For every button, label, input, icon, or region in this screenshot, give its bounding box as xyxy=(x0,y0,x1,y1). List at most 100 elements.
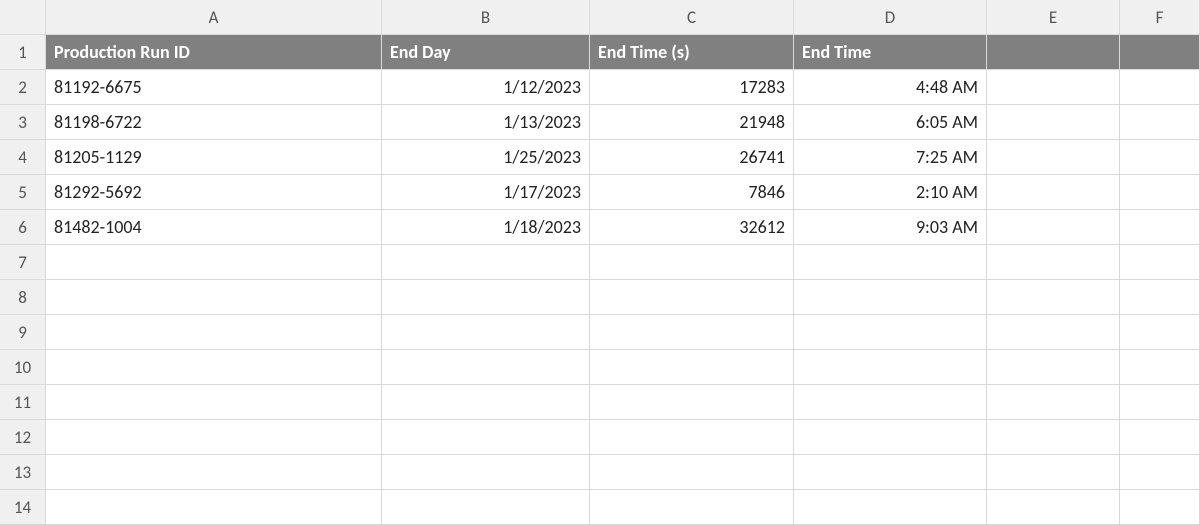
cell-c1[interactable]: End Time (s) xyxy=(590,35,794,70)
row-header-4[interactable]: 4 xyxy=(0,140,46,175)
cell-f11[interactable] xyxy=(1120,385,1200,420)
cell-d10[interactable] xyxy=(794,350,987,385)
cell-c9[interactable] xyxy=(590,315,794,350)
cell-f13[interactable] xyxy=(1120,455,1200,490)
cell-a4[interactable]: 81205-1129 xyxy=(46,140,382,175)
cell-b6[interactable]: 1/18/2023 xyxy=(382,210,590,245)
cell-a3[interactable]: 81198-6722 xyxy=(46,105,382,140)
row-header-1[interactable]: 1 xyxy=(0,35,46,70)
cell-a10[interactable] xyxy=(46,350,382,385)
cell-c10[interactable] xyxy=(590,350,794,385)
row-header-11[interactable]: 11 xyxy=(0,385,46,420)
cell-f14[interactable] xyxy=(1120,490,1200,525)
cell-e7[interactable] xyxy=(987,245,1120,280)
cell-c5[interactable]: 7846 xyxy=(590,175,794,210)
cell-c8[interactable] xyxy=(590,280,794,315)
cell-a7[interactable] xyxy=(46,245,382,280)
row-header-10[interactable]: 10 xyxy=(0,350,46,385)
cell-d13[interactable] xyxy=(794,455,987,490)
cell-b2[interactable]: 1/12/2023 xyxy=(382,70,590,105)
cell-f3[interactable] xyxy=(1120,105,1200,140)
col-header-d[interactable]: D xyxy=(794,0,987,35)
cell-e11[interactable] xyxy=(987,385,1120,420)
cell-b10[interactable] xyxy=(382,350,590,385)
cell-a5[interactable]: 81292-5692 xyxy=(46,175,382,210)
cell-f7[interactable] xyxy=(1120,245,1200,280)
cell-c4[interactable]: 26741 xyxy=(590,140,794,175)
cell-b9[interactable] xyxy=(382,315,590,350)
cell-a12[interactable] xyxy=(46,420,382,455)
cell-b5[interactable]: 1/17/2023 xyxy=(382,175,590,210)
cell-f10[interactable] xyxy=(1120,350,1200,385)
cell-a1[interactable]: Production Run ID xyxy=(46,35,382,70)
cell-a6[interactable]: 81482-1004 xyxy=(46,210,382,245)
cell-d1[interactable]: End Time xyxy=(794,35,987,70)
cell-b12[interactable] xyxy=(382,420,590,455)
cell-e8[interactable] xyxy=(987,280,1120,315)
row-header-5[interactable]: 5 xyxy=(0,175,46,210)
cell-f5[interactable] xyxy=(1120,175,1200,210)
cell-a11[interactable] xyxy=(46,385,382,420)
cell-d7[interactable] xyxy=(794,245,987,280)
cell-d3[interactable]: 6:05 AM xyxy=(794,105,987,140)
cell-e10[interactable] xyxy=(987,350,1120,385)
cell-e2[interactable] xyxy=(987,70,1120,105)
cell-b7[interactable] xyxy=(382,245,590,280)
cell-e1[interactable] xyxy=(987,35,1120,70)
cell-a2[interactable]: 81192-6675 xyxy=(46,70,382,105)
cell-d4[interactable]: 7:25 AM xyxy=(794,140,987,175)
cell-e3[interactable] xyxy=(987,105,1120,140)
cell-e13[interactable] xyxy=(987,455,1120,490)
cell-b3[interactable]: 1/13/2023 xyxy=(382,105,590,140)
row-header-13[interactable]: 13 xyxy=(0,455,46,490)
row-header-9[interactable]: 9 xyxy=(0,315,46,350)
cell-f1[interactable] xyxy=(1120,35,1200,70)
row-header-6[interactable]: 6 xyxy=(0,210,46,245)
cell-f2[interactable] xyxy=(1120,70,1200,105)
cell-f6[interactable] xyxy=(1120,210,1200,245)
cell-e4[interactable] xyxy=(987,140,1120,175)
cell-d6[interactable]: 9:03 AM xyxy=(794,210,987,245)
cell-a13[interactable] xyxy=(46,455,382,490)
cell-c2[interactable]: 17283 xyxy=(590,70,794,105)
cell-e12[interactable] xyxy=(987,420,1120,455)
row-header-12[interactable]: 12 xyxy=(0,420,46,455)
cell-c14[interactable] xyxy=(590,490,794,525)
cell-e5[interactable] xyxy=(987,175,1120,210)
cell-b11[interactable] xyxy=(382,385,590,420)
col-header-f[interactable]: F xyxy=(1120,0,1200,35)
cell-a14[interactable] xyxy=(46,490,382,525)
row-header-3[interactable]: 3 xyxy=(0,105,46,140)
cell-b13[interactable] xyxy=(382,455,590,490)
cell-a8[interactable] xyxy=(46,280,382,315)
cell-c12[interactable] xyxy=(590,420,794,455)
cell-e6[interactable] xyxy=(987,210,1120,245)
cell-b14[interactable] xyxy=(382,490,590,525)
cell-c13[interactable] xyxy=(590,455,794,490)
cell-b4[interactable]: 1/25/2023 xyxy=(382,140,590,175)
cell-d8[interactable] xyxy=(794,280,987,315)
cell-d5[interactable]: 2:10 AM xyxy=(794,175,987,210)
cell-f9[interactable] xyxy=(1120,315,1200,350)
cell-e14[interactable] xyxy=(987,490,1120,525)
row-header-2[interactable]: 2 xyxy=(0,70,46,105)
cell-e9[interactable] xyxy=(987,315,1120,350)
col-header-a[interactable]: A xyxy=(46,0,382,35)
cell-d2[interactable]: 4:48 AM xyxy=(794,70,987,105)
cell-b8[interactable] xyxy=(382,280,590,315)
cell-d11[interactable] xyxy=(794,385,987,420)
cell-a9[interactable] xyxy=(46,315,382,350)
cell-c3[interactable]: 21948 xyxy=(590,105,794,140)
cell-f8[interactable] xyxy=(1120,280,1200,315)
col-header-c[interactable]: C xyxy=(590,0,794,35)
cell-d12[interactable] xyxy=(794,420,987,455)
cell-f4[interactable] xyxy=(1120,140,1200,175)
col-header-b[interactable]: B xyxy=(382,0,590,35)
cell-c11[interactable] xyxy=(590,385,794,420)
cell-d14[interactable] xyxy=(794,490,987,525)
row-header-14[interactable]: 14 xyxy=(0,490,46,525)
select-all-corner[interactable] xyxy=(0,0,46,35)
cell-c6[interactable]: 32612 xyxy=(590,210,794,245)
col-header-e[interactable]: E xyxy=(987,0,1120,35)
cell-f12[interactable] xyxy=(1120,420,1200,455)
